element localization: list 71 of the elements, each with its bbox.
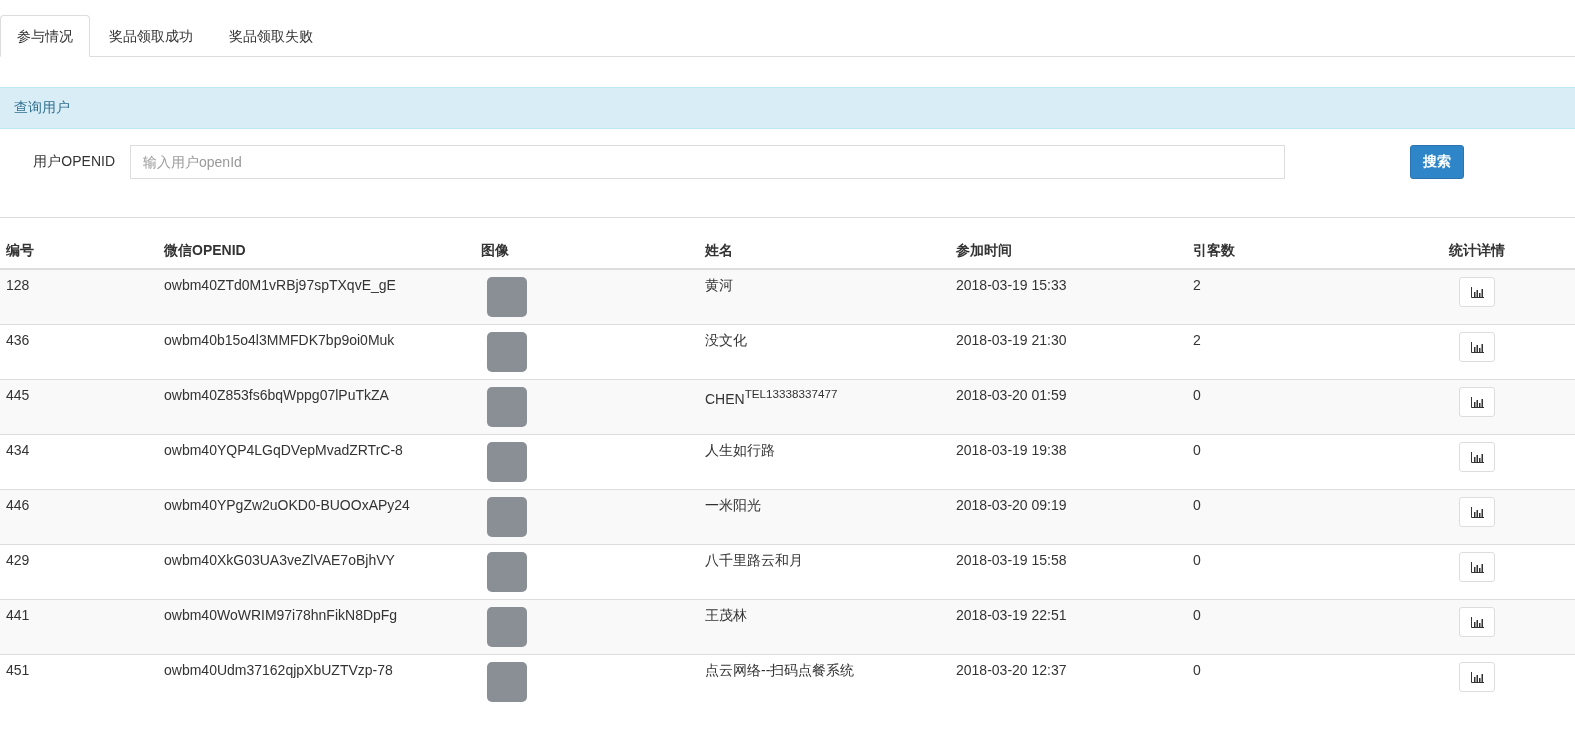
table-cell: 0 — [1193, 662, 1201, 678]
statistics-button[interactable] — [1459, 607, 1495, 637]
bar-chart-icon — [1470, 561, 1484, 573]
avatar-photo-placeholder — [487, 497, 527, 537]
table-cell: 2018-03-19 22:51 — [956, 607, 1067, 623]
table-cell: owbm40Udm37162qjpXbUZTVzp-78 — [164, 662, 393, 678]
table-cell: 王茂林 — [705, 607, 747, 623]
table-cell: 441 — [6, 607, 30, 623]
avatar-photo-placeholder — [487, 277, 527, 317]
table-cell: owbm40XkG03UA3veZlVAE7oBjhVY — [164, 552, 395, 568]
table-cell: owbm40WoWRIM97i78hnFikN8DpFg — [164, 607, 398, 623]
tab[interactable]: 奖品领取失败 — [212, 15, 330, 56]
avatar-photo-placeholder — [487, 387, 527, 427]
avatar-photo-placeholder — [487, 442, 527, 482]
table-cell: 0 — [1193, 497, 1201, 513]
table-cell: 0 — [1193, 442, 1201, 458]
bar-chart-icon — [1470, 671, 1484, 683]
table-cell: 2 — [1193, 277, 1201, 293]
table-cell: 2018-03-19 15:58 — [956, 552, 1067, 568]
table-cell: 2018-03-19 19:38 — [956, 442, 1067, 458]
table-cell: 黄河 — [705, 277, 733, 293]
field-label: 用户OPENID — [32, 153, 116, 171]
table-cell: 一米阳光 — [705, 497, 761, 513]
statistics-button[interactable] — [1459, 552, 1495, 582]
table-cell: 434 — [6, 442, 30, 458]
table-cell: 445 — [6, 387, 30, 403]
table-cell: 0 — [1193, 607, 1201, 623]
panel-heading: 查询用户 — [0, 87, 1575, 129]
avatar-photo-placeholder — [487, 662, 527, 702]
bar-chart-icon — [1470, 451, 1484, 463]
table-cell: owbm40YQP4LGqDVepMvadZRTrC-8 — [164, 442, 403, 458]
table-cell: 0 — [1193, 387, 1201, 403]
statistics-button[interactable] — [1459, 497, 1495, 527]
tab[interactable]: 参与情况 — [0, 15, 90, 57]
statistics-button[interactable] — [1459, 332, 1495, 362]
search-button[interactable]: 搜索 — [1410, 145, 1464, 179]
table-cell: 2018-03-19 21:30 — [956, 332, 1067, 348]
avatar-photo-placeholder — [487, 332, 527, 372]
table-cell: 429 — [6, 552, 30, 568]
table-cell: 128 — [6, 277, 30, 293]
table-cell: 没文化 — [705, 332, 747, 348]
statistics-button[interactable] — [1459, 662, 1495, 692]
table-cell: 2 — [1193, 332, 1201, 348]
table-cell: owbm40YPgZw2uOKD0-BUOOxAPy24 — [164, 497, 410, 513]
avatar-photo-placeholder — [487, 607, 527, 647]
table-cell: 八千里路云和月 — [705, 552, 803, 568]
table-cell: 2018-03-20 12:37 — [956, 662, 1067, 678]
statistics-button[interactable] — [1459, 387, 1495, 417]
avatar-photo-placeholder — [487, 552, 527, 592]
bar-chart-icon — [1470, 396, 1484, 408]
table-cell: 446 — [6, 497, 30, 513]
table-cell: 点云网络--扫码点餐系统 — [705, 662, 855, 678]
table-cell: 436 — [6, 332, 30, 348]
table-cell: 2018-03-19 15:33 — [956, 277, 1067, 293]
table-cell: 2018-03-20 09:19 — [956, 497, 1067, 513]
table-cell: 0 — [1193, 552, 1201, 568]
tab[interactable]: 奖品领取成功 — [92, 15, 210, 56]
statistics-button[interactable] — [1459, 442, 1495, 472]
bar-chart-icon — [1470, 506, 1484, 518]
bar-chart-icon — [1470, 286, 1484, 298]
statistics-button[interactable] — [1459, 277, 1495, 307]
table-cell: 人生如行路 — [705, 442, 775, 458]
table-cell: owbm40b15o4l3MMFDK7bp9oi0Muk — [164, 332, 395, 348]
bar-chart-icon — [1470, 341, 1484, 353]
bar-chart-icon — [1470, 616, 1484, 628]
openid-input-field[interactable]: 输入用户openId — [130, 145, 1285, 179]
table-cell: 2018-03-20 01:59 — [956, 387, 1067, 403]
table-cell: 451 — [6, 662, 30, 678]
table-cell: CHEN$^{TEL13338337477}$ — [705, 390, 838, 407]
table-cell: owbm40Z853fs6bqWppg07lPuTkZA — [164, 387, 389, 403]
table-cell: owbm40ZTd0M1vRBj97spTXqvE_gE — [164, 277, 396, 293]
